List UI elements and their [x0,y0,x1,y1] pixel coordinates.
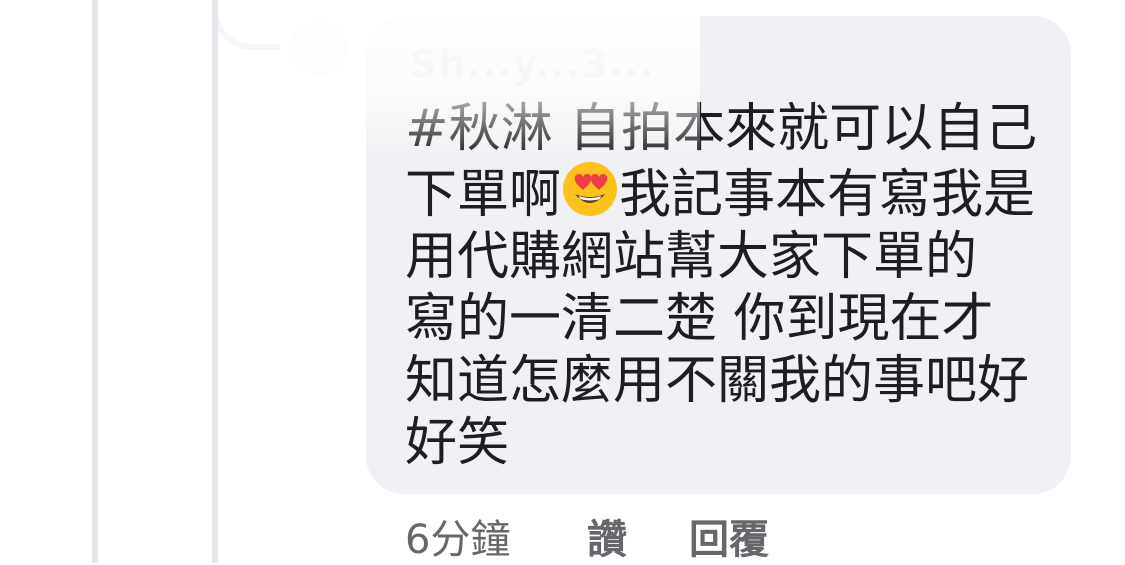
reply-button[interactable]: 回覆 [689,507,769,565]
comment-text: #秋淋 自拍本來就可以自己下單啊 我記事本有寫我是用代購網站幫大家下單的 寫的一… [405,98,1045,474]
reply-connector-line [212,0,282,50]
comment-actions: 6分鐘 讚 回覆 [405,508,769,563]
heart-eyes-emoji-icon [561,160,619,218]
comment-timestamp[interactable]: 6分鐘 [405,507,587,565]
avatar[interactable] [290,18,348,76]
like-button[interactable]: 讚 [587,507,689,565]
thread-line-inner [212,0,218,563]
comment-author-name[interactable]: Sh...y...3... [410,42,655,86]
thread-line-outer [92,0,98,563]
